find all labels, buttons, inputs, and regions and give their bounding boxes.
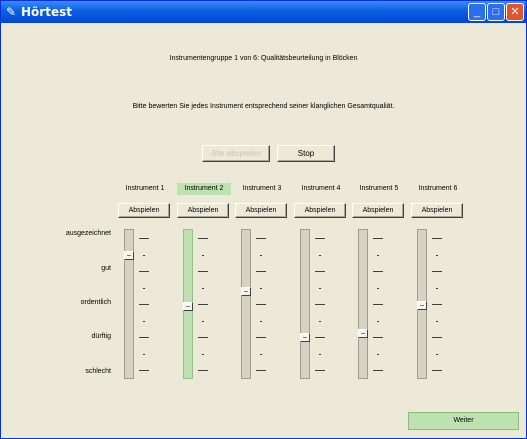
major-tick (256, 337, 266, 338)
major-tick (373, 370, 383, 371)
instrument-label-3: Instrument 3 (242, 185, 282, 192)
slider-thumb[interactable] (124, 251, 134, 260)
major-tick (315, 271, 325, 272)
major-tick (315, 238, 325, 239)
stop-button[interactable]: Stop (277, 145, 335, 162)
major-tick (432, 238, 442, 239)
major-tick (198, 271, 208, 272)
slider-thumb[interactable] (417, 301, 427, 310)
major-tick (256, 238, 266, 239)
minor-tick (143, 321, 145, 322)
play-button-2[interactable]: Abspielen (177, 203, 229, 218)
major-tick (256, 271, 266, 272)
major-tick (315, 337, 325, 338)
minor-tick (143, 255, 145, 256)
slider-thumb[interactable] (358, 329, 368, 338)
minor-tick (319, 288, 321, 289)
minor-tick (202, 288, 204, 289)
slider-thumb[interactable] (241, 287, 251, 296)
play-button-6[interactable]: Abspielen (411, 203, 463, 218)
major-tick (432, 271, 442, 272)
major-tick (373, 271, 383, 272)
minor-tick (319, 354, 321, 355)
close-icon[interactable]: ✕ (506, 3, 524, 21)
major-tick (256, 370, 266, 371)
minor-tick (202, 354, 204, 355)
major-tick (139, 304, 149, 305)
play-all-button[interactable]: Alle abspielen (202, 145, 270, 162)
minor-tick (143, 288, 145, 289)
play-button-3[interactable]: Abspielen (235, 203, 287, 218)
minor-tick (377, 354, 379, 355)
minor-tick (436, 288, 438, 289)
scale-label-0: ausgezeichnet (65, 230, 111, 237)
instrument-label-5: Instrument 5 (359, 185, 399, 192)
scale-label-2: ordentlich (80, 299, 111, 306)
major-tick (198, 370, 208, 371)
rating-slider-3[interactable] (241, 229, 251, 379)
major-tick (256, 304, 266, 305)
major-tick (139, 238, 149, 239)
play-button-1[interactable]: Abspielen (118, 203, 170, 218)
play-button-5[interactable]: Abspielen (352, 203, 404, 218)
next-button[interactable]: Weiter (408, 412, 519, 430)
maximize-icon[interactable]: □ (487, 3, 505, 21)
minor-tick (377, 288, 379, 289)
minor-tick (202, 255, 204, 256)
rating-slider-1[interactable] (124, 229, 134, 379)
minor-tick (260, 255, 262, 256)
instrument-label-6: Instrument 6 (418, 185, 458, 192)
major-tick (432, 337, 442, 338)
minor-tick (260, 354, 262, 355)
minor-tick (319, 321, 321, 322)
minor-tick (143, 354, 145, 355)
minimize-icon[interactable]: _ (468, 3, 486, 21)
rating-slider-4[interactable] (300, 229, 310, 379)
scale-label-4: schlecht (85, 368, 111, 375)
major-tick (139, 337, 149, 338)
instrument-label-2: Instrument 2 (177, 183, 231, 195)
major-tick (373, 304, 383, 305)
scale-label-1: gut (101, 265, 111, 272)
scale-label-3: dürftig (91, 333, 111, 340)
hoertest-window: ✎ Hörtest _ □ ✕ Instrumentengruppe 1 von… (0, 0, 527, 439)
play-button-4[interactable]: Abspielen (294, 203, 346, 218)
minor-tick (377, 321, 379, 322)
rating-slider-5[interactable] (358, 229, 368, 379)
rating-slider-6[interactable] (417, 229, 427, 379)
major-tick (198, 337, 208, 338)
minor-tick (436, 255, 438, 256)
major-tick (198, 304, 208, 305)
instrument-label-4: Instrument 4 (301, 185, 341, 192)
slider-thumb[interactable] (300, 333, 310, 342)
minor-tick (202, 321, 204, 322)
minor-tick (319, 255, 321, 256)
slider-thumb[interactable] (183, 302, 193, 311)
major-tick (315, 304, 325, 305)
minor-tick (260, 321, 262, 322)
major-tick (432, 370, 442, 371)
window-title: Hörtest (21, 5, 72, 19)
major-tick (315, 370, 325, 371)
title-bar[interactable]: ✎ Hörtest _ □ ✕ (1, 1, 526, 23)
major-tick (139, 370, 149, 371)
minor-tick (260, 288, 262, 289)
feather-icon: ✎ (6, 5, 17, 19)
major-tick (432, 304, 442, 305)
minor-tick (436, 354, 438, 355)
rating-slider-2[interactable] (183, 229, 193, 379)
minor-tick (436, 321, 438, 322)
major-tick (373, 238, 383, 239)
instruction-text: Bitte bewerten Sie jedes Instrument ents… (132, 103, 395, 110)
major-tick (198, 238, 208, 239)
instrument-label-1: Instrument 1 (125, 185, 165, 192)
minor-tick (377, 255, 379, 256)
major-tick (139, 271, 149, 272)
major-tick (373, 337, 383, 338)
group-heading: Instrumentengruppe 1 von 6: Qualitätsbeu… (169, 55, 358, 62)
client-area: Instrumentengruppe 1 von 6: Qualitätsbeu… (4, 23, 523, 436)
